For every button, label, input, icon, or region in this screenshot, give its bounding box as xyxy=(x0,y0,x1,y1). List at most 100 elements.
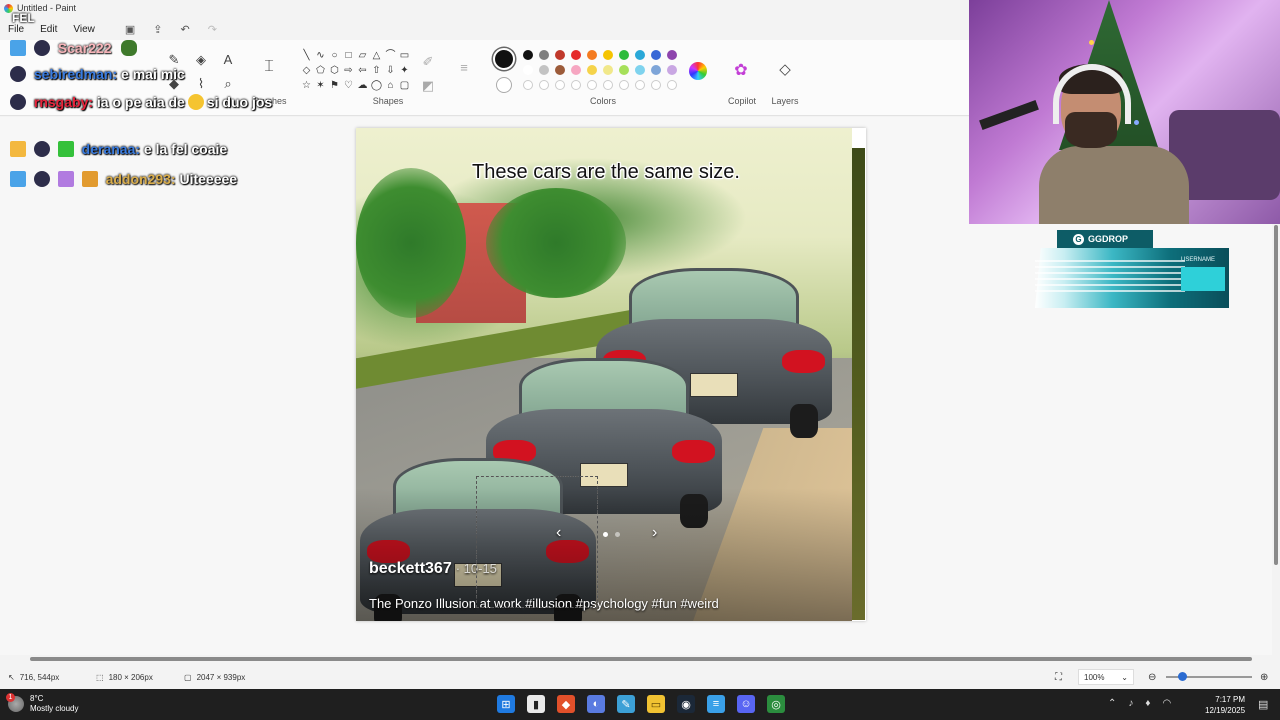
gift-badge-icon xyxy=(57,171,74,187)
ggdrop-tab: G GGDROP xyxy=(1057,230,1153,248)
clock-date: 12/19/2025 xyxy=(1205,706,1246,715)
mic-icon[interactable]: ♦ xyxy=(1145,698,1150,709)
chat-text: Uiteeeee xyxy=(179,171,238,187)
photos-icon[interactable]: ◐ xyxy=(587,695,605,713)
copilot-label: Copilot xyxy=(727,96,756,106)
slide-dot-active[interactable] xyxy=(603,532,608,537)
horizontal-scrollbar[interactable] xyxy=(0,655,1272,663)
menu-edit[interactable]: Edit xyxy=(32,24,65,35)
shapes-group-label: Shapes xyxy=(372,96,404,106)
ggdrop-widget: USERNAME G GGDROP xyxy=(1035,230,1229,310)
discord-icon[interactable]: ☺ xyxy=(737,695,755,713)
slide-dot[interactable] xyxy=(615,532,620,537)
chat-username: sebiredman: xyxy=(33,66,118,82)
speaker-icon[interactable]: ♪ xyxy=(1128,698,1133,709)
ggdrop-label: GGDROP xyxy=(1088,234,1129,244)
frog-emote-icon xyxy=(121,40,138,56)
canvas-size-icon: ▢ xyxy=(184,672,192,682)
colors-group-label: Colors xyxy=(589,96,616,106)
undo-icon[interactable]: ↶ xyxy=(180,23,189,36)
ggdrop-tagline: USERNAME xyxy=(1181,257,1216,263)
zoom-in-icon[interactable]: ⊕ xyxy=(1260,672,1268,683)
webcam-feed xyxy=(969,0,1280,224)
chat-text: e la fel coaie xyxy=(143,141,228,157)
selection-icon: ⬚ xyxy=(96,672,104,682)
selection-rectangle[interactable] xyxy=(476,476,598,608)
author-name: beckett367 xyxy=(369,560,452,577)
redo-icon[interactable]: ↷ xyxy=(208,23,217,36)
layers-group[interactable]: Layers xyxy=(762,40,808,110)
cursor-icon: ↖ xyxy=(8,672,15,682)
zoom-slider[interactable] xyxy=(1166,672,1252,681)
pasted-image[interactable]: These cars are the same size. ‹ › becket… xyxy=(356,128,852,621)
chat-username: rnsgaby: xyxy=(33,94,94,110)
seven-tv-badge-icon xyxy=(81,171,98,187)
selection-size-value: 180 × 206px xyxy=(108,672,153,682)
chat-username: deranaa: xyxy=(81,141,141,157)
avatar-badge-icon xyxy=(10,94,26,110)
color-picker-icon[interactable]: ⌇ xyxy=(193,76,209,92)
layers-label: Layers xyxy=(771,96,799,106)
prime-badge-icon xyxy=(10,40,26,56)
chat-username: addon293: xyxy=(105,171,176,187)
menu-view[interactable]: View xyxy=(65,24,103,35)
clock[interactable]: 7:17 PM 12/19/2025 xyxy=(1205,694,1245,716)
gift-badge-icon xyxy=(57,141,74,157)
menu-file[interactable]: File xyxy=(0,24,32,35)
shapes-group: Shapes xyxy=(300,40,476,110)
zoom-value: 100% xyxy=(1084,672,1105,682)
image-caption: These cars are the same size. xyxy=(472,161,740,183)
selection-size: ⬚ 180 × 206px xyxy=(96,673,153,682)
clock-time: 7:17 PM xyxy=(1215,695,1246,704)
share-icon[interactable]: ⇪ xyxy=(153,23,162,36)
cursor-position-value: 716, 544px xyxy=(19,672,60,682)
chat-message: addon293: Uiteeeee xyxy=(10,169,237,189)
vertical-scrollbar[interactable] xyxy=(1272,225,1280,655)
tree xyxy=(356,168,466,318)
chat-message: Scar222 xyxy=(10,38,141,58)
zoom-dropdown[interactable]: 100% ⌄ xyxy=(1078,669,1134,685)
notification-icon[interactable]: ▤ xyxy=(1258,698,1268,711)
steam-icon[interactable]: ◉ xyxy=(677,695,695,713)
chevron-up-icon[interactable]: ⌃ xyxy=(1108,698,1116,709)
save-icon[interactable]: ▣ xyxy=(125,23,135,36)
smile-emote-icon xyxy=(187,94,204,110)
weather-widget[interactable]: 1 8°C Mostly cloudy xyxy=(6,693,78,714)
fit-to-window-icon[interactable]: ⛶ xyxy=(1055,672,1062,683)
brave-icon[interactable]: ◆ xyxy=(557,695,575,713)
quick-access-toolbar: ▣ ⇪ ↶ ↷ xyxy=(125,23,217,36)
terminal-icon[interactable]: ▮ xyxy=(527,695,545,713)
image-edge-strip xyxy=(852,148,865,620)
chat-username: Scar222 xyxy=(57,40,112,56)
zoom-out-icon[interactable]: ⊖ xyxy=(1148,672,1156,683)
tree-light xyxy=(1089,40,1094,45)
chat-text: ia o pe aia de xyxy=(96,94,185,110)
wifi-icon[interactable]: ◠ xyxy=(1163,698,1172,709)
paint-icon[interactable]: ✎ xyxy=(617,695,635,713)
chat-message: deranaa: e la fel coaie xyxy=(10,139,227,159)
ggdrop-logo-icon: G xyxy=(1073,233,1084,245)
taskbar-apps: ⊞ ▮ ◆ ◐ ✎ ▭ ◉ ≡ ☺ ◎ xyxy=(497,695,785,713)
chrome-icon[interactable]: ◎ xyxy=(767,695,785,713)
slide-indicator xyxy=(603,532,620,537)
window-titlebar: Untitled - Paint xyxy=(0,0,970,16)
status-bar: ↖ 716, 544px ⬚ 180 × 206px ▢ 2047 × 939p… xyxy=(0,666,1280,688)
fill-icon[interactable]: ◈ xyxy=(193,52,209,68)
taskbar: 1 8°C Mostly cloudy ⊞ ▮ ◆ ◐ ✎ ▭ ◉ ≡ ☺ ◎ … xyxy=(0,689,1280,720)
microphone xyxy=(979,100,1039,130)
avatar-badge-icon xyxy=(33,171,50,187)
colors-group: Colors xyxy=(493,40,713,110)
chat-message: sebiredman: e mai mic xyxy=(10,64,185,84)
streamer xyxy=(1039,60,1189,224)
next-slide-icon[interactable]: › xyxy=(652,524,657,542)
windows-icon[interactable]: ⊞ xyxy=(497,695,515,713)
chat-text: e mai mic xyxy=(121,66,185,82)
avatar-badge-icon xyxy=(33,141,50,157)
avatar-badge-icon xyxy=(10,66,26,82)
notepad-icon[interactable]: ≡ xyxy=(707,695,725,713)
copilot-group[interactable]: Copilot xyxy=(716,40,768,110)
explorer-icon[interactable]: ▭ xyxy=(647,695,665,713)
system-tray: ⌃ ♪ ♦ ◠ xyxy=(1108,698,1171,709)
avatar-badge-icon xyxy=(33,40,50,56)
weather-temp: 8°C xyxy=(30,694,44,703)
